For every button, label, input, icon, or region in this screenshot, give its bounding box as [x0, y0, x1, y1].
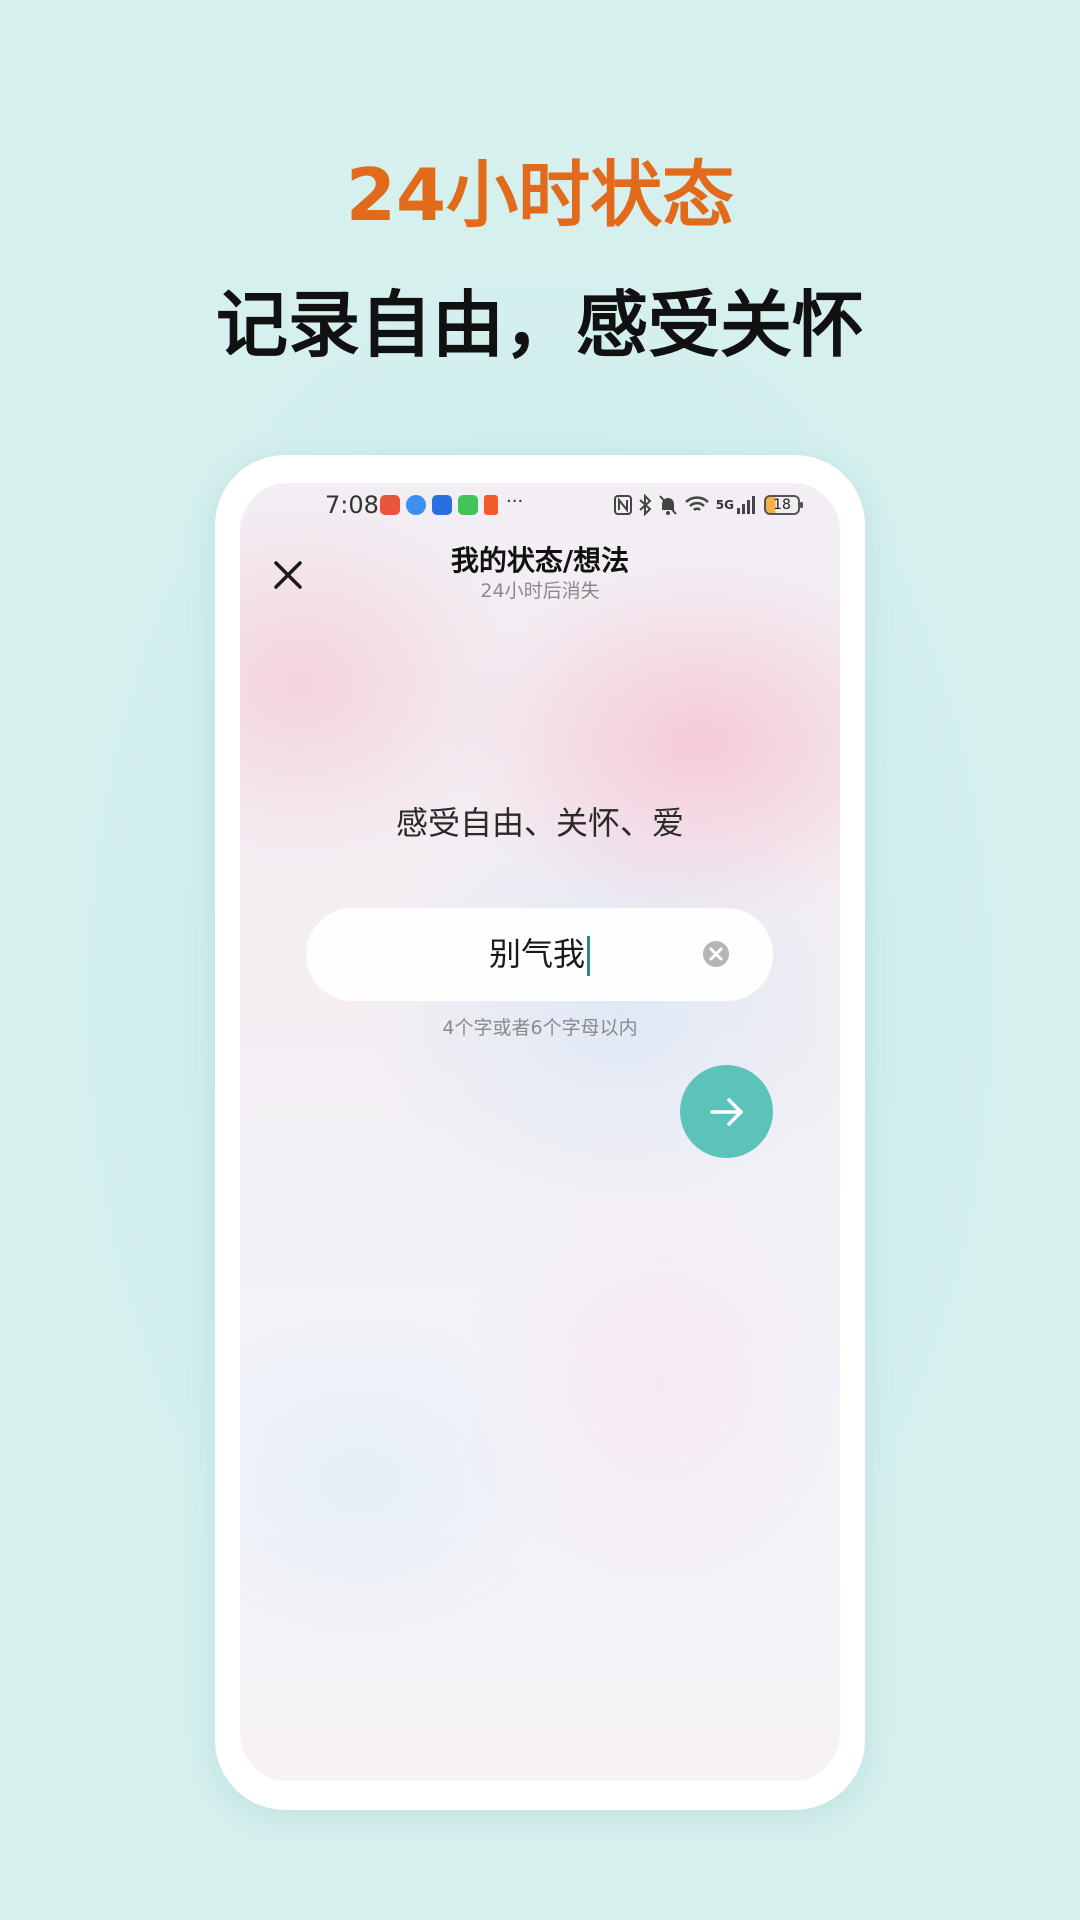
- text-caret: [587, 936, 590, 976]
- promo-headline: 24小时状态: [345, 153, 735, 237]
- promo-tagline: 记录自由，感受关怀: [215, 283, 864, 367]
- status-prompt: 感受自由、关怀、爱: [395, 804, 684, 842]
- phone-screen: 7:08 ··· 5G 18 我的状态/想法 24小时后消失 感受自由、关怀、爱…: [240, 483, 840, 1781]
- status-time: 7:08: [325, 491, 379, 519]
- app-blue-icon: [432, 495, 452, 515]
- notification-icons: ···: [380, 491, 524, 517]
- input-hint: 4个字或者6个字母以内: [442, 1017, 638, 1039]
- battery-icon: 18: [764, 495, 803, 515]
- next-button[interactable]: [680, 1065, 773, 1158]
- network-type-label: 5G: [715, 498, 734, 512]
- system-icons: 5G 18: [613, 491, 803, 519]
- clear-icon: [703, 941, 729, 967]
- wechat-icon: [458, 495, 478, 515]
- signal-icon: [737, 496, 755, 514]
- app-red-icon: [380, 495, 400, 515]
- status-input[interactable]: 别气我: [306, 908, 773, 1001]
- clear-input-button[interactable]: [702, 940, 730, 968]
- page-subtitle: 24小时后消失: [480, 580, 600, 602]
- message-icon: [406, 495, 426, 515]
- mute-bell-icon: [659, 495, 677, 515]
- page-title: 我的状态/想法: [450, 544, 630, 577]
- wifi-icon: [684, 496, 709, 511]
- nfc-icon: [613, 495, 632, 515]
- status-input-value: 别气我: [488, 935, 585, 973]
- bluetooth-icon: [639, 494, 652, 516]
- status-bar: 7:08 ··· 5G 18: [240, 483, 840, 525]
- app-orange-icon: [484, 495, 498, 515]
- phone-frame: 7:08 ··· 5G 18 我的状态/想法 24小时后消失 感受自由、关怀、爱…: [215, 455, 865, 1810]
- more-notifications-icon: ···: [506, 491, 524, 512]
- arrow-right-icon: [710, 1098, 743, 1126]
